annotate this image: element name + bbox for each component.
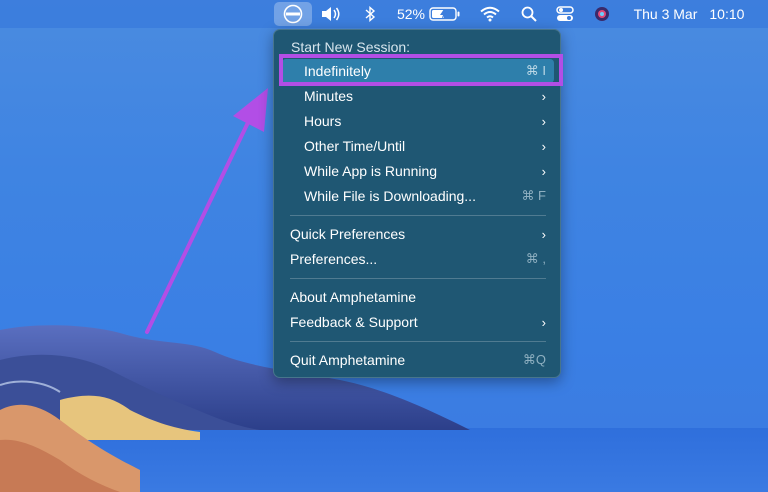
chevron-right-icon: › [541, 226, 546, 242]
menu-item-label: While File is Downloading... [304, 188, 476, 204]
menu-item-label: About Amphetamine [290, 289, 417, 305]
shortcut-text: ⌘ , [525, 251, 546, 266]
control-center-icon [556, 6, 574, 21]
menu-item-quick-preferences[interactable]: Quick Preferences › [282, 222, 554, 246]
menu-item-about[interactable]: About Amphetamine [282, 285, 554, 309]
volume-icon [322, 7, 340, 21]
amphetamine-menu-extra[interactable] [274, 2, 312, 26]
menu-bar: 52% Thu 3 Mar 10:10 [0, 0, 768, 28]
control-center-menu[interactable] [554, 0, 576, 28]
shortcut-text: ⌘ F [521, 188, 546, 203]
menu-item-hours[interactable]: Hours › [282, 109, 554, 133]
search-icon [521, 6, 537, 22]
menu-item-while-app-running[interactable]: While App is Running › [282, 159, 554, 183]
chevron-right-icon: › [541, 88, 546, 104]
amphetamine-icon [283, 4, 303, 24]
menu-header: Start New Session: [291, 39, 411, 55]
menu-item-minutes[interactable]: Minutes › [282, 84, 554, 108]
chevron-right-icon: › [541, 113, 546, 129]
shortcut-text: ⌘Q [522, 352, 546, 367]
menu-item-label: Quit Amphetamine [290, 352, 406, 368]
chevron-right-icon: › [541, 138, 546, 154]
date-text: Thu 3 Mar [633, 6, 698, 22]
menu-item-label: Minutes [304, 88, 354, 104]
battery-percent: 52% [396, 6, 426, 22]
menu-separator [290, 278, 546, 279]
wifi-menu[interactable] [478, 0, 502, 28]
menu-separator [290, 215, 546, 216]
menu-item-quit[interactable]: Quit Amphetamine ⌘Q [282, 348, 554, 372]
siri-menu[interactable] [592, 0, 612, 28]
wifi-icon [480, 6, 500, 22]
menu-item-while-file-downloading[interactable]: While File is Downloading... ⌘ F [282, 184, 554, 208]
chevron-right-icon: › [541, 314, 546, 330]
battery-menu[interactable]: 52% [394, 0, 464, 28]
chevron-right-icon: › [541, 163, 546, 179]
menu-item-label: Quick Preferences [290, 226, 406, 242]
bluetooth-menu[interactable] [360, 0, 380, 28]
menu-item-label: Other Time/Until [304, 138, 406, 154]
menu-item-preferences[interactable]: Preferences... ⌘ , [282, 247, 554, 271]
bluetooth-icon [365, 6, 376, 22]
menu-item-label: While App is Running [304, 163, 438, 179]
menu-item-label: Feedback & Support [290, 314, 418, 330]
menu-item-feedback-support[interactable]: Feedback & Support › [282, 310, 554, 334]
siri-icon [595, 7, 609, 21]
menu-item-other-time[interactable]: Other Time/Until › [282, 134, 554, 158]
battery-charging-icon [429, 7, 460, 21]
time-text: 10:10 [709, 6, 745, 22]
menu-separator [290, 341, 546, 342]
menu-item-label: Preferences... [290, 251, 378, 267]
annotation-highlight-box [279, 54, 563, 86]
menu-item-label: Hours [304, 113, 342, 129]
clock[interactable]: Thu 3 Mar 10:10 [624, 0, 754, 28]
spotlight-menu[interactable] [519, 0, 539, 28]
volume-menu[interactable] [318, 0, 344, 28]
